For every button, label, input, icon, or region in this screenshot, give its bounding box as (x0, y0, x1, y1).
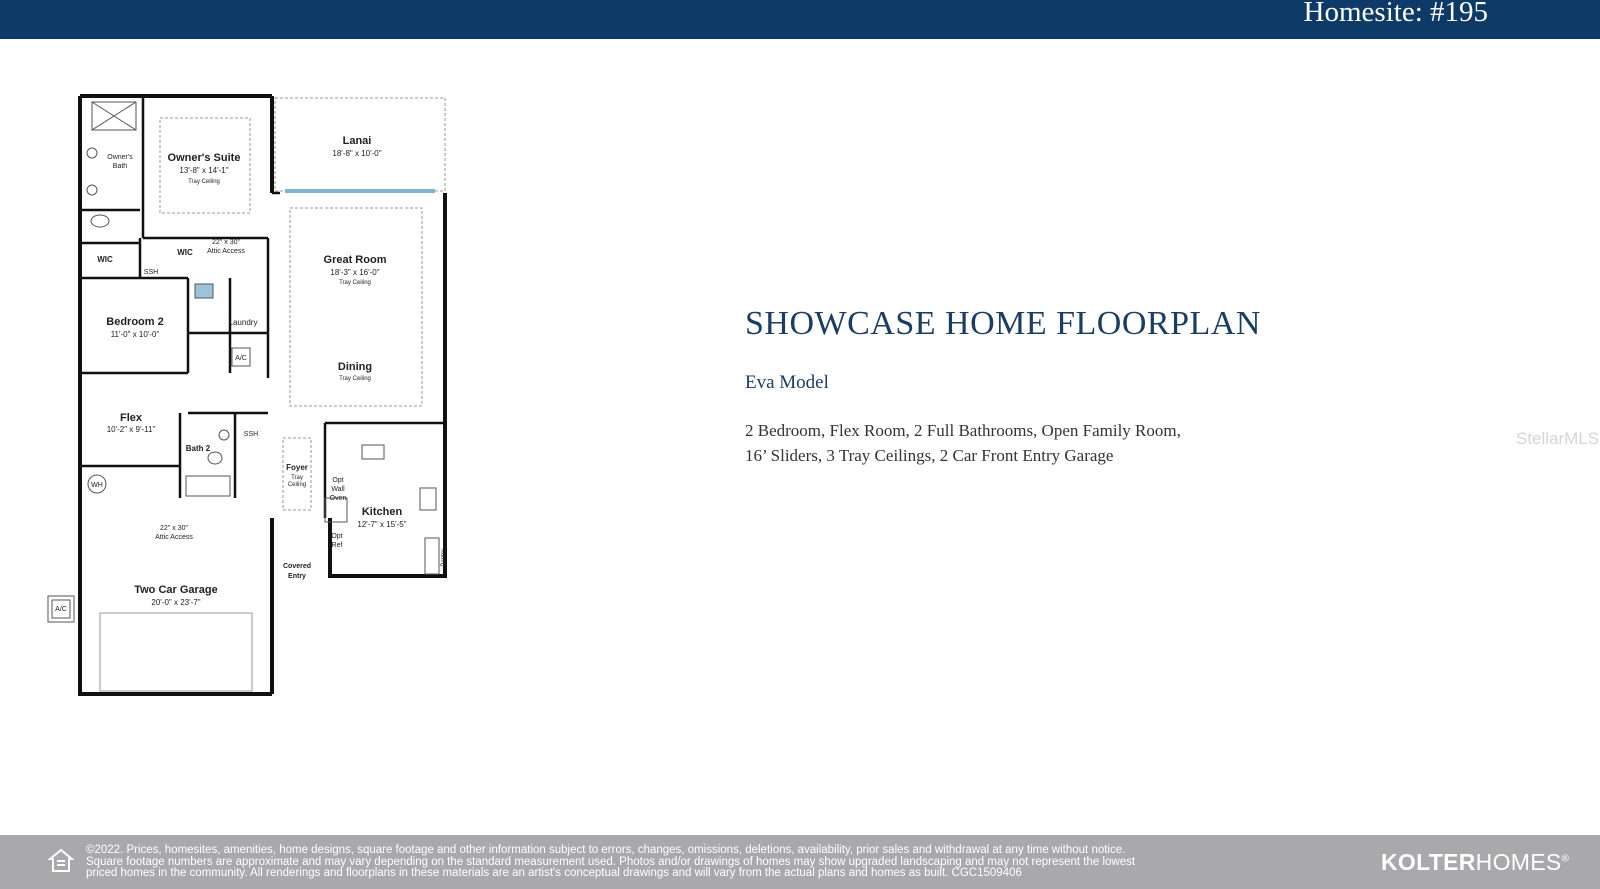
foyer-note-1: Tray (291, 475, 303, 481)
bedroom2-dims: 11'-0" x 10'-0" (111, 330, 160, 339)
attic-top-label-1: 22" x 30" (212, 239, 240, 246)
owners-suite-note: Tray Ceiling (188, 179, 220, 185)
model-name: Eva Model (745, 372, 829, 393)
flex-dims: 10'-2" x 9'-11" (107, 425, 156, 434)
great-room-note: Tray Ceiling (339, 280, 371, 286)
ssh-top-label: SSH (144, 269, 158, 276)
interior-walls (80, 96, 445, 518)
floorplan-svg: Lanai 18'-8" x 10'-0" Owner's Suite 13'-… (47, 94, 447, 696)
attic-garage-1: 22" x 30" (160, 525, 188, 532)
foyer-name: Foyer (286, 463, 308, 472)
garage-name: Two Car Garage (134, 584, 218, 596)
foyer-tray (282, 437, 312, 511)
wh-label: WH (91, 482, 103, 489)
owners-bath-label-2: Bath (113, 163, 128, 170)
kolter-homes-logo: KOLTERHOMES® (1381, 849, 1569, 876)
great-room-dims: 18'-3" x 16'-0" (330, 268, 379, 277)
opt-ref-2: Ref (332, 542, 343, 549)
pantry-label: Pantry (441, 549, 447, 566)
covered-entry-2: Entry (288, 573, 306, 580)
footer-bar: ©2022. Prices, homesites, amenities, hom… (0, 835, 1600, 889)
bath2-label: Bath 2 (186, 444, 211, 453)
dining-name: Dining (338, 361, 372, 373)
equal-housing-icon (48, 848, 74, 872)
great-room-name: Great Room (324, 254, 387, 266)
kitchen-dims: 12'-7" x 15'-5" (357, 520, 406, 529)
covered-entry-1: Covered (283, 563, 311, 570)
features-line-1: 2 Bedroom, Flex Room, 2 Full Bathrooms, … (745, 421, 1181, 440)
feature-list: 2 Bedroom, Flex Room, 2 Full Bathrooms, … (745, 418, 1305, 468)
brand-bold: KOLTER (1381, 849, 1476, 875)
attic-garage-2: Attic Access (155, 534, 193, 541)
owners-suite-dims: 13'-8" x 14'-1" (179, 166, 228, 175)
foyer-note-2: Ceiling (288, 482, 306, 488)
lanai-dims: 18'-8" x 10'-0" (332, 149, 381, 158)
kitchen-name: Kitchen (362, 506, 403, 518)
ac-inside-label: A/C (235, 355, 247, 362)
legal-line-1: ©2022. Prices, homesites, amenities, hom… (86, 844, 1126, 856)
laundry-label: Laundry (229, 318, 258, 327)
brand-light: HOMES (1475, 849, 1562, 875)
flex-name: Flex (120, 412, 143, 424)
mls-watermark: StellarMLS (1516, 429, 1600, 448)
opt-wall-oven-2: Wall (331, 486, 345, 493)
features-line-2: 16’ Sliders, 3 Tray Ceilings, 2 Car Fron… (745, 446, 1114, 465)
garage-dims: 20'-0" x 23'-7" (151, 598, 200, 607)
wic-owner-label: WIC (177, 248, 193, 257)
bedroom2-name: Bedroom 2 (106, 316, 163, 328)
dining-note: Tray Ceiling (339, 376, 371, 382)
fixtures (47, 101, 440, 623)
legal-line-3: priced homes in the community. All rende… (86, 867, 1022, 879)
homesite-label: Homesite: #195 (1303, 0, 1488, 28)
opt-ref-1: Opt (331, 533, 342, 540)
brand-mark: ® (1561, 853, 1570, 865)
legal-disclaimer: ©2022. Prices, homesites, amenities, hom… (86, 844, 1366, 880)
header-bar: Homesite: #195 (0, 0, 1600, 39)
attic-top-label-2: Attic Access (207, 248, 245, 255)
ssh-mid-label: SSH (244, 431, 258, 438)
opt-wall-oven-1: Opt (332, 477, 343, 484)
page-title: SHOWCASE HOME FLOORPLAN (745, 305, 1261, 342)
ac-outside-label: A/C (55, 606, 67, 613)
lanai-name: Lanai (343, 135, 372, 147)
exterior-walls (78, 94, 447, 696)
floorplan-drawing: Lanai 18'-8" x 10'-0" Owner's Suite 13'-… (40, 88, 470, 718)
opt-wall-oven-3: Oven (330, 495, 347, 502)
garage-door (99, 612, 253, 692)
owners-suite-name: Owner's Suite (168, 152, 241, 164)
wic-small-label: WIC (97, 255, 113, 264)
owners-bath-label-1: Owner's (107, 154, 133, 161)
